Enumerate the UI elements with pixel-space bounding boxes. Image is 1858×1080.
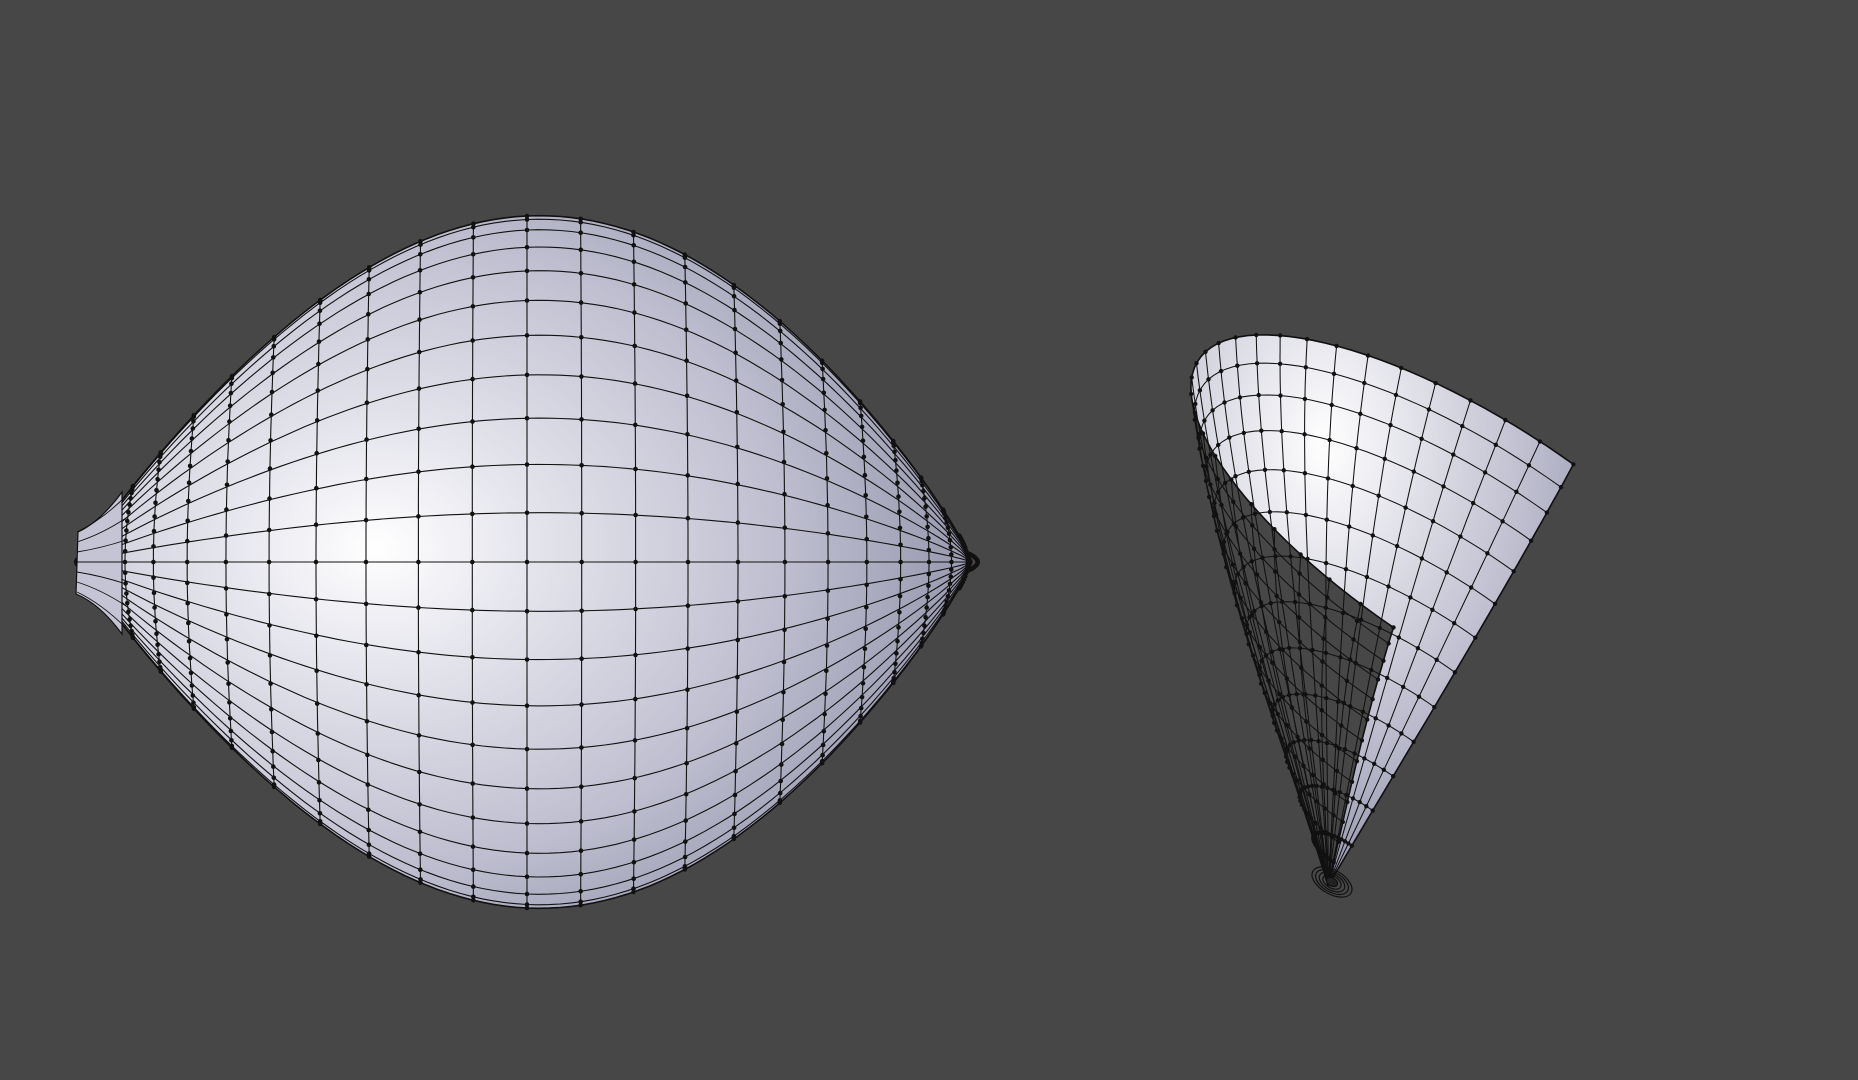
3d-viewport[interactable] (0, 0, 1858, 1080)
egg-mesh[interactable] (74, 213, 980, 911)
viewport-canvas[interactable] (0, 0, 1858, 1080)
half-shell-surface (1190, 334, 1575, 887)
half-shell-mesh[interactable] (1189, 332, 1576, 904)
egg-nipple (75, 490, 123, 636)
